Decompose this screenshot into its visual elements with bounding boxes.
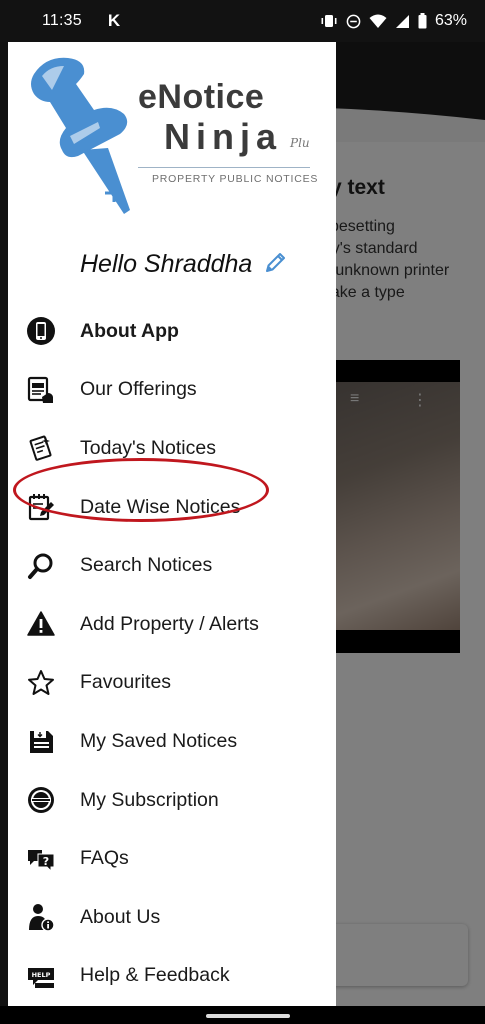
star-icon (24, 666, 58, 700)
drawer-menu: About App Our Offerings Today's Notices … (0, 302, 336, 1005)
do-not-disturb-icon (346, 14, 361, 28)
menu-item-label: Favourites (80, 671, 172, 694)
phone-app-icon (24, 314, 58, 348)
brand-name-line2: Ninja (164, 116, 283, 157)
menu-item-label: FAQs (80, 847, 129, 870)
search-icon (24, 549, 58, 583)
brand-suffix: Plu (290, 136, 310, 150)
navigation-drawer: eNotice Ninja Plu PROPERTY PUBLIC NOTICE… (0, 42, 336, 1006)
menu-item-faqs[interactable]: ? FAQs (0, 829, 336, 888)
offerings-icon (24, 373, 58, 407)
help-icon: HELP (24, 959, 58, 993)
brand-divider (138, 167, 310, 168)
menu-item-my-subscription[interactable]: My Subscription (0, 771, 336, 830)
battery-icon (418, 13, 427, 29)
menu-item-our-offerings[interactable]: Our Offerings (0, 361, 336, 420)
menu-item-todays-notices[interactable]: Today's Notices (0, 419, 336, 478)
menu-item-label: My Subscription (80, 788, 219, 811)
battery-percent: 63% (434, 12, 467, 29)
wifi-icon (369, 14, 387, 28)
menu-item-about-app[interactable]: About App (0, 302, 336, 361)
cell-signal-icon (395, 14, 409, 28)
menu-item-date-wise-notices[interactable]: Date Wise Notices (0, 478, 336, 537)
date-notepad-icon (24, 490, 58, 524)
menu-item-label: About App (80, 319, 179, 342)
greeting-text: Hello Shraddha (80, 250, 253, 278)
menu-item-search-notices[interactable]: Search Notices (0, 536, 336, 595)
todays-notices-icon (24, 431, 58, 465)
save-icon (24, 724, 58, 758)
user-greeting: Hello Shraddha (80, 250, 288, 279)
app-notification-icon: K (107, 11, 121, 30)
faq-icon: ? (24, 842, 58, 876)
subscription-badge-icon (24, 783, 58, 817)
person-info-icon (24, 900, 58, 934)
edit-profile-button[interactable] (264, 250, 288, 279)
menu-item-add-property-alerts[interactable]: Add Property / Alerts (0, 595, 336, 654)
app-logo: eNotice Ninja Plu PROPERTY PUBLIC NOTICE… (20, 52, 320, 222)
home-gesture-handle[interactable] (206, 1014, 290, 1018)
menu-item-label: My Saved Notices (80, 729, 238, 752)
menu-item-favourites[interactable]: Favourites (0, 654, 336, 713)
pushpin-logo-icon (31, 57, 130, 214)
menu-item-label: Our Offerings (80, 378, 197, 401)
status-bar: 11:35 K 63% (0, 0, 485, 42)
menu-item-label: Search Notices (80, 554, 213, 577)
navigation-bar (0, 1006, 485, 1024)
status-time: 11:35 (42, 12, 82, 29)
pencil-icon (266, 253, 286, 272)
menu-item-label: Date Wise Notices (80, 495, 241, 518)
brand-tagline: PROPERTY PUBLIC NOTICES (152, 173, 319, 185)
brand-name-line1: eNotice (138, 78, 265, 116)
svg-text:?: ? (43, 855, 49, 868)
menu-item-label: Help & Feedback (80, 964, 230, 987)
menu-item-label: Add Property / Alerts (80, 612, 259, 635)
menu-item-label: About Us (80, 905, 161, 928)
vibrate-icon (321, 15, 337, 27)
menu-item-my-saved-notices[interactable]: My Saved Notices (0, 712, 336, 771)
status-icons: 63% (320, 12, 467, 30)
alert-icon (24, 607, 58, 641)
menu-item-about-us[interactable]: About Us (0, 888, 336, 947)
menu-item-help-feedback[interactable]: HELP Help & Feedback (0, 947, 336, 1006)
svg-text:HELP: HELP (32, 971, 51, 979)
menu-item-label: Today's Notices (80, 436, 216, 459)
